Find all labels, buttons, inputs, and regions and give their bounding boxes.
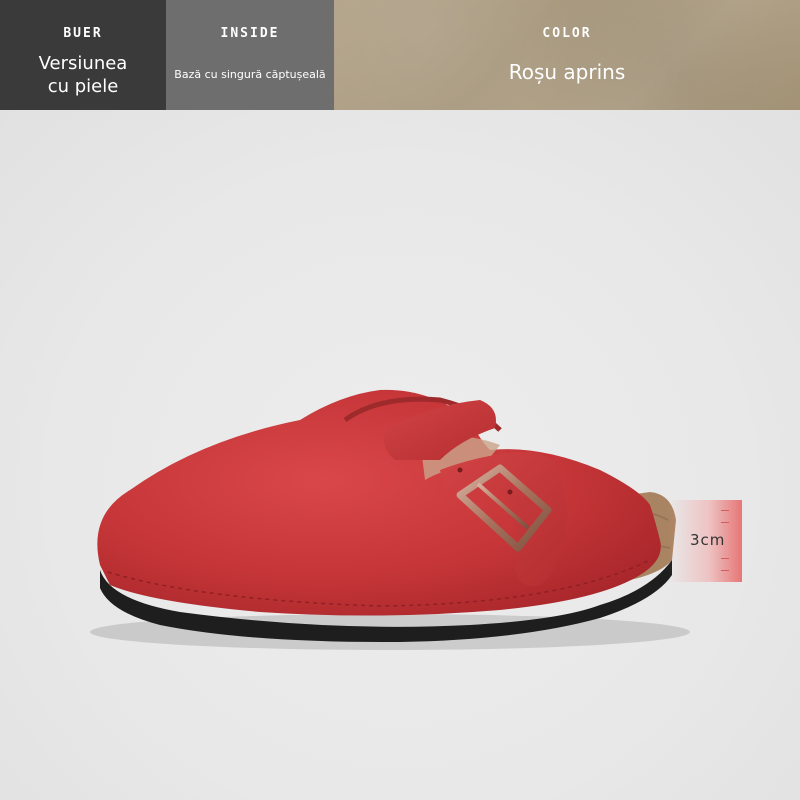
measure-tick	[721, 570, 729, 571]
outer-material-value-line2: cu piele	[47, 75, 119, 97]
outer-material-value: Versiunea cu piele	[0, 53, 166, 98]
suede-upper	[97, 389, 661, 616]
inside-panel: INSIDE Bază cu singură căptușeală	[166, 0, 334, 110]
measure-tick	[721, 558, 729, 559]
strap-hole	[457, 467, 463, 473]
strap-hole	[507, 489, 513, 495]
outer-material-panel: BUER Versiunea cu piele	[0, 0, 166, 110]
outer-material-label: BUER	[63, 26, 103, 41]
color-label: COLOR	[542, 26, 592, 41]
attribute-bar: BUER Versiunea cu piele INSIDE Bază cu s…	[0, 0, 800, 110]
clog-image	[90, 389, 690, 650]
outer-material-value-line1: Versiunea	[38, 53, 128, 74]
color-value: Roșu aprins	[508, 60, 626, 84]
inside-label: INSIDE	[220, 26, 280, 41]
inside-value: Bază cu singură căptușeală	[174, 68, 326, 81]
product-photo	[0, 110, 800, 800]
measure-tick	[721, 510, 729, 511]
sole-height-label: 3cm	[690, 531, 726, 549]
measure-tick	[721, 522, 729, 523]
color-swatch-panel: COLOR Roșu aprins	[334, 0, 800, 110]
